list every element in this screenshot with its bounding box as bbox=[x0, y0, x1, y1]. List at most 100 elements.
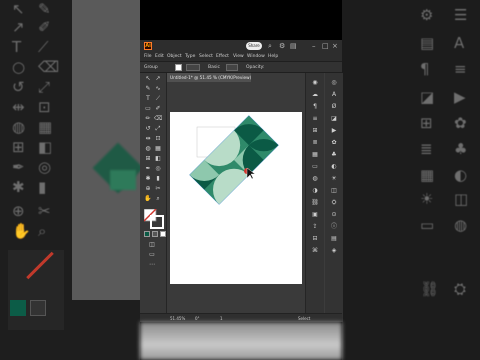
layout-icon[interactable]: ▤ bbox=[290, 41, 297, 51]
swatches-icon: ▦ bbox=[420, 166, 435, 184]
align-panel-icon[interactable]: ≡ bbox=[310, 115, 320, 123]
perspective-grid-tool-icon[interactable]: ▦ bbox=[154, 145, 162, 153]
menu-window[interactable]: Window bbox=[247, 53, 265, 60]
properties-panel-icon[interactable]: ◉ bbox=[310, 79, 320, 87]
symbols-panel-icon[interactable]: ♣ bbox=[329, 151, 339, 159]
shaper-tool-icon[interactable]: ✏ bbox=[144, 115, 152, 123]
hand-tool-icon[interactable]: ✋ bbox=[144, 195, 152, 203]
menu-type[interactable]: Type bbox=[185, 53, 195, 60]
eyedropper-tool-icon[interactable]: ✒ bbox=[144, 165, 152, 173]
links-panel-icon[interactable]: ⛓ bbox=[310, 199, 320, 207]
swatches-panel-icon[interactable]: ▦ bbox=[310, 151, 320, 159]
gradient-tool-icon[interactable]: ◧ bbox=[154, 155, 162, 163]
asset-export-panel-icon[interactable]: ⇪ bbox=[310, 223, 320, 231]
current-tool-name[interactable]: Select bbox=[298, 315, 310, 322]
fill-swatch[interactable] bbox=[175, 64, 182, 71]
none-mode-swatch[interactable] bbox=[160, 231, 166, 237]
gradient-mode-swatch[interactable] bbox=[152, 231, 158, 237]
background-left-panel: ↖ ✎ ↗ ✐ T ⟋ ○ ⌫ ↺ ⤢ ⇹ ⊡ ◍ ▦ ⊞ ◧ ✒ ◎ ✱ ▮ … bbox=[0, 0, 140, 360]
graph-tool-icon[interactable]: ▮ bbox=[154, 175, 162, 183]
mesh-tool-icon[interactable]: ⊞ bbox=[144, 155, 152, 163]
libraries-panel-icon[interactable]: ☁ bbox=[310, 91, 320, 99]
variables-panel-icon[interactable]: ⌘ bbox=[310, 247, 320, 255]
transform-panel-icon[interactable]: ⊞ bbox=[310, 127, 320, 135]
document-tab[interactable]: Untitled-1* @ 51.45 % (CMYK/Preview) bbox=[167, 73, 251, 82]
selection-type-label: Group bbox=[144, 65, 158, 70]
document-info-panel-icon[interactable]: ▤ bbox=[329, 235, 339, 243]
color-mode-swatch[interactable] bbox=[144, 231, 150, 237]
brushes-panel-icon[interactable]: ✿ bbox=[329, 139, 339, 147]
type-tool-icon[interactable]: T bbox=[144, 95, 152, 103]
blend-tool-icon[interactable]: ◎ bbox=[154, 165, 162, 173]
paragraph-icon: ¶ bbox=[420, 60, 430, 78]
stroke-panel-icon[interactable]: ≣ bbox=[310, 139, 320, 147]
minimize-icon[interactable]: – bbox=[312, 41, 316, 51]
layers-panel-icon[interactable]: ◎ bbox=[329, 79, 339, 87]
artboard-tool-icon[interactable]: ⊕ bbox=[144, 185, 152, 193]
paragraph-panel-icon[interactable]: ¶ bbox=[310, 103, 320, 111]
more-tools-icon[interactable]: ⋯ bbox=[148, 261, 156, 269]
flattener-panel-icon[interactable]: ◈ bbox=[329, 247, 339, 255]
settings-icon[interactable]: ⚙ bbox=[279, 41, 285, 51]
width-icon: ⇹ bbox=[12, 98, 25, 116]
symbol-sprayer-tool-icon[interactable]: ✱ bbox=[144, 175, 152, 183]
screen-mode-icon[interactable]: ▭ bbox=[148, 251, 156, 259]
pattern-group[interactable] bbox=[189, 115, 279, 205]
artboard-icon: ⊕ bbox=[12, 202, 25, 220]
attributes-panel-icon[interactable]: ⊟ bbox=[310, 235, 320, 243]
tools-panel: ↖ ↗ ✎ ∿ T ⟋ ▭ ✐ ✏ ⌫ ↺ ⤢ ⇹ ⊡ ◍ ▦ ⊞ ◧ ✒ ◎ … bbox=[140, 73, 167, 313]
slice-tool-icon[interactable]: ✂ bbox=[154, 185, 162, 193]
menu-file[interactable]: File bbox=[144, 53, 152, 60]
pathfinder-panel-icon[interactable]: ◪ bbox=[329, 115, 339, 123]
color-panel-icon[interactable]: ◑ bbox=[310, 187, 320, 195]
opentype-panel-icon[interactable]: Ø bbox=[329, 103, 339, 111]
info-panel-icon[interactable]: ⓘ bbox=[329, 223, 339, 231]
selection-tool-icon[interactable]: ↖ bbox=[144, 75, 152, 83]
free-transform-tool-icon[interactable]: ⊡ bbox=[154, 135, 162, 143]
background-swatch bbox=[30, 300, 46, 316]
paintbrush-tool-icon[interactable]: ✐ bbox=[154, 105, 162, 113]
menu-view[interactable]: View bbox=[233, 53, 244, 60]
image-trace-panel-icon[interactable]: ⛭ bbox=[329, 199, 339, 207]
rotate-tool-icon[interactable]: ↺ bbox=[144, 125, 152, 133]
eraser-tool-icon[interactable]: ⌫ bbox=[154, 115, 162, 123]
menu-effect[interactable]: Effect bbox=[216, 53, 229, 60]
transparency-panel-icon[interactable]: ◍ bbox=[310, 175, 320, 183]
appearance-panel-icon[interactable]: ☀ bbox=[329, 175, 339, 183]
actions-panel-icon[interactable]: ▶ bbox=[329, 127, 339, 135]
draw-mode-icon[interactable]: ◫ bbox=[148, 241, 156, 249]
gradient-panel-icon[interactable]: ▭ bbox=[310, 163, 320, 171]
rectangle-tool-icon[interactable]: ▭ bbox=[144, 105, 152, 113]
menu-object[interactable]: Object bbox=[167, 53, 182, 60]
share-button[interactable]: Share bbox=[246, 42, 262, 50]
menu-edit[interactable]: Edit bbox=[155, 53, 164, 60]
width-tool-icon[interactable]: ⇹ bbox=[144, 135, 152, 143]
fill-stroke-widget[interactable] bbox=[144, 209, 164, 229]
restore-icon[interactable]: □ bbox=[322, 41, 329, 51]
navigator-panel-icon[interactable]: ⊙ bbox=[329, 211, 339, 219]
rotation-angle[interactable]: 0° bbox=[195, 315, 200, 322]
scale-tool-icon[interactable]: ⤢ bbox=[154, 125, 162, 133]
bottom-glow bbox=[140, 322, 342, 360]
menu-help[interactable]: Help bbox=[268, 53, 278, 60]
stroke-dropdown[interactable] bbox=[186, 64, 200, 71]
search-icon[interactable]: ⌕ bbox=[268, 41, 272, 51]
artwork[interactable] bbox=[167, 82, 305, 313]
style-dropdown[interactable] bbox=[226, 64, 238, 71]
artboards-panel-icon[interactable]: ▣ bbox=[310, 211, 320, 219]
actions-icon: ▶ bbox=[454, 88, 466, 106]
direct-selection-tool-icon[interactable]: ↗ bbox=[154, 75, 162, 83]
color-guide-panel-icon[interactable]: ◫ bbox=[329, 187, 339, 195]
character-panel-icon[interactable]: A bbox=[329, 91, 339, 99]
artboard-number[interactable]: 1 bbox=[220, 315, 223, 322]
pen-tool-icon[interactable]: ✎ bbox=[144, 85, 152, 93]
zoom-tool-icon[interactable]: ⌕ bbox=[154, 195, 162, 203]
close-icon[interactable]: × bbox=[332, 41, 338, 51]
shape-builder-tool-icon[interactable]: ◍ bbox=[144, 145, 152, 153]
curvature-tool-icon[interactable]: ∿ bbox=[154, 85, 162, 93]
menu-select[interactable]: Select bbox=[199, 53, 213, 60]
zoom-level[interactable]: 51.45% bbox=[170, 315, 185, 322]
graphic-styles-panel-icon[interactable]: ◐ bbox=[329, 163, 339, 171]
canvas-area[interactable] bbox=[167, 82, 305, 313]
line-tool-icon[interactable]: ⟋ bbox=[154, 95, 162, 103]
